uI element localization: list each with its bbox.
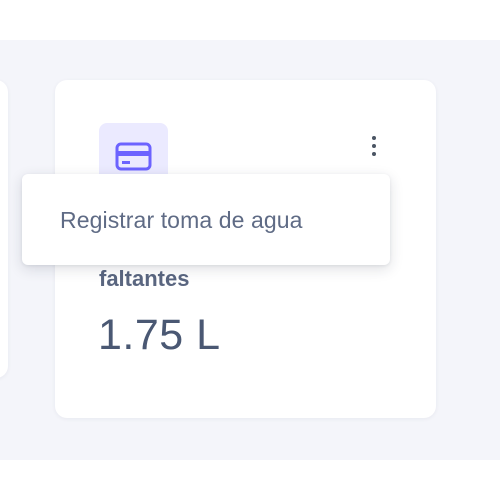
adjacent-card (0, 80, 8, 378)
kebab-dot (372, 144, 376, 148)
kebab-dot (372, 152, 376, 156)
metric-label: faltantes (99, 266, 190, 291)
metric-value: 1.75 L (98, 311, 221, 359)
credit-card-icon (115, 142, 152, 171)
more-options-button[interactable] (362, 132, 386, 162)
kebab-dot (372, 136, 376, 140)
menu-item-register-water-intake[interactable]: Registrar toma de agua (22, 174, 390, 265)
menu-item-label: Registrar toma de agua (60, 207, 303, 233)
page: faltantes 1.75 L Registrar toma de agua (0, 0, 500, 500)
options-dropdown-menu: Registrar toma de agua (22, 174, 390, 265)
